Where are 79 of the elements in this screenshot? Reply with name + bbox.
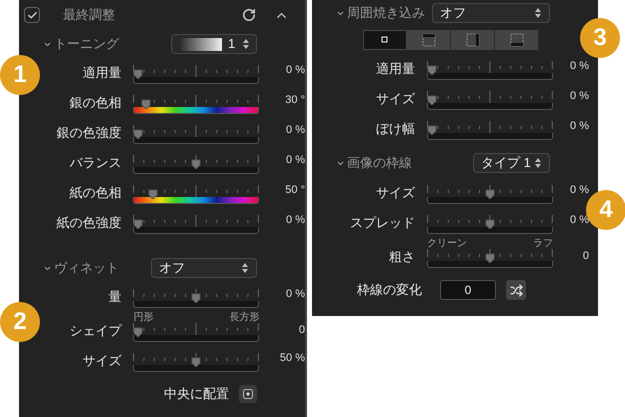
slider-label: シェイプ [69, 322, 122, 340]
panel-title: 最終調整 [63, 6, 115, 24]
stepper-arrows-icon [534, 157, 542, 169]
slider-value: 30 ° [284, 93, 305, 108]
slider-track[interactable] [427, 185, 553, 204]
slider-label: 適用量 [376, 60, 415, 78]
slider-value: 0 % [569, 119, 589, 134]
slider-label: スプレッド [350, 214, 415, 232]
slider-label: 銀の色相 [69, 94, 122, 112]
slider-track[interactable] [133, 215, 260, 234]
dashed-square-icon [510, 33, 524, 47]
slider-value: 0 % [569, 183, 589, 198]
stepper-arrows-icon [241, 262, 249, 274]
slider-track[interactable] [427, 91, 553, 110]
dashed-square-icon [422, 33, 436, 47]
slider-label: 銀の色強度 [56, 124, 122, 142]
dot-square-icon [243, 389, 253, 399]
section-title: 周囲焼き込み [347, 4, 425, 22]
slider-value: 0 [582, 249, 589, 264]
slider-value: 50 ° [284, 183, 305, 198]
slider-track[interactable] [133, 185, 260, 204]
slider-value: 0 % [285, 123, 305, 138]
dropdown[interactable]: オフ [151, 258, 257, 278]
variation-field[interactable]: 0 [440, 280, 496, 300]
slider-value: 0 % [285, 63, 305, 78]
gradient-swatch-icon [178, 38, 222, 50]
slider-track[interactable] [427, 215, 553, 234]
dashed-square-icon [466, 33, 480, 47]
slider-value: 0 % [569, 89, 589, 104]
section-title: 画像の枠線 [347, 154, 412, 172]
callout-badge: 1 [0, 55, 40, 95]
shuffle-icon [510, 284, 522, 296]
slider-value: 0 % [285, 153, 305, 168]
checkbox[interactable] [24, 7, 40, 23]
burn-mode-button[interactable] [363, 30, 407, 50]
slider-track[interactable] [133, 95, 260, 114]
slider-track[interactable] [133, 353, 260, 372]
slider-track[interactable] [133, 289, 260, 308]
slider-min-label: 円形 [133, 312, 154, 323]
slider-track[interactable] [133, 125, 260, 144]
stepper-arrows-icon [534, 7, 542, 19]
reset-icon[interactable] [242, 8, 256, 22]
callout-badge: 2 [0, 302, 40, 342]
slider-track[interactable] [427, 61, 553, 80]
slider-track[interactable] [427, 249, 553, 268]
slider-label: ぼけ幅 [376, 120, 415, 138]
variation-label: 枠線の変化 [356, 281, 422, 300]
slider-label: 紙の色相 [69, 184, 122, 202]
stepper-arrows-icon [242, 38, 250, 50]
slider-label: サイズ [82, 352, 122, 370]
center-label: 中央に配置 [164, 385, 229, 404]
slider-track[interactable] [133, 323, 260, 342]
callout-badge: 3 [580, 18, 620, 58]
center-button[interactable] [239, 385, 257, 403]
slider-track[interactable] [133, 65, 260, 84]
slider-label: サイズ [376, 184, 415, 202]
slider-label: バランス [69, 154, 122, 172]
slider-label: 紙の色強度 [56, 214, 122, 232]
slider-label: 量 [108, 288, 122, 306]
slider-label: サイズ [376, 90, 415, 108]
slider-max-label: ラフ [533, 238, 553, 249]
dropdown[interactable]: タイプ 1 [473, 153, 550, 173]
slider-label: 粗さ [389, 248, 415, 266]
slider-min-label: クリーン [427, 238, 467, 249]
shuffle-button[interactable] [506, 280, 526, 300]
check-icon [26, 10, 38, 20]
slider-value: 0 % [285, 287, 305, 302]
slider-max-label: 長方形 [229, 312, 260, 323]
section-title: ヴィネット [54, 259, 119, 278]
slider-value: 0 % [285, 213, 305, 228]
slider-track[interactable] [133, 155, 260, 174]
dropdown[interactable]: オフ [432, 3, 550, 23]
toning-preset-dropdown[interactable]: 1 [171, 34, 257, 54]
slider-value: 0 % [569, 59, 589, 74]
section-title: トーニング [54, 35, 119, 54]
slider-value: 0 [298, 323, 305, 338]
slider-label: 適用量 [82, 64, 122, 82]
slider-track[interactable] [427, 121, 553, 140]
slider-value: 50 % [278, 351, 305, 366]
